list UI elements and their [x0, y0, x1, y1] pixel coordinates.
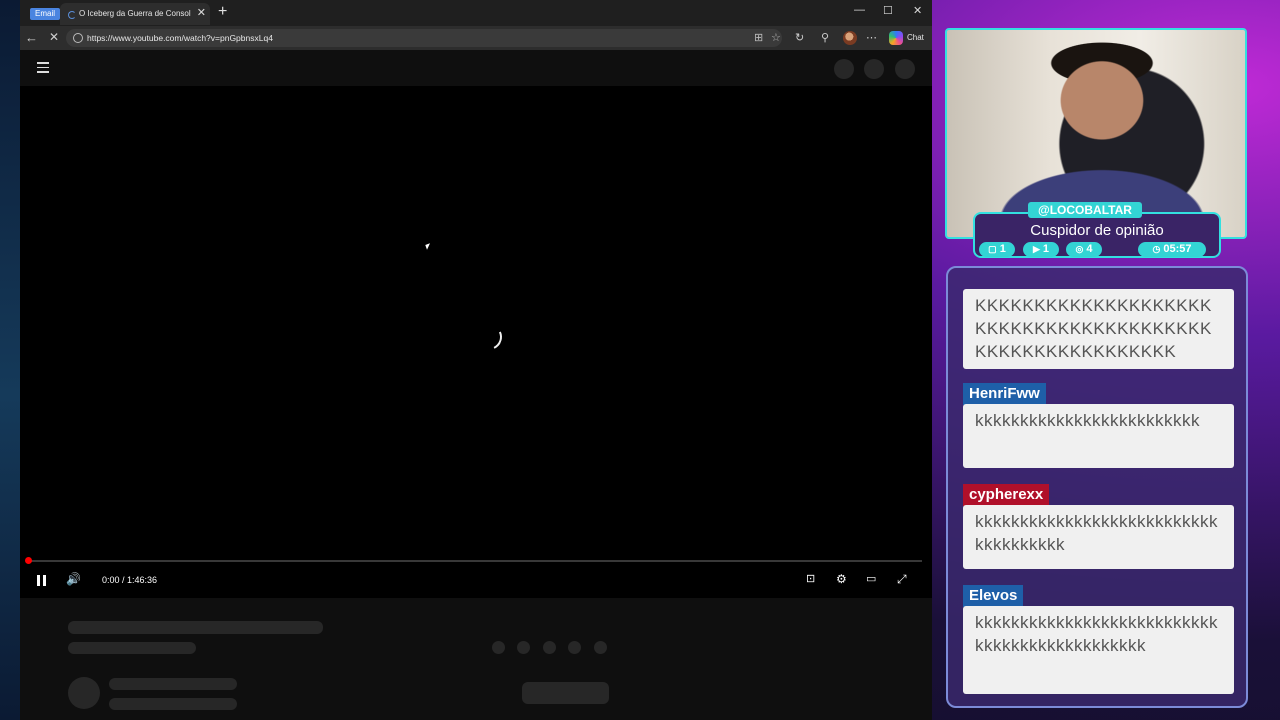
pause-icon[interactable]: [37, 575, 47, 586]
mouse-cursor: [425, 243, 432, 250]
stream-timer: ◷ 05:57: [1138, 242, 1206, 257]
favorite-star-icon[interactable]: ☆: [771, 31, 781, 44]
progress-bar[interactable]: [28, 560, 922, 562]
toolbar: ← ✕ https://www.youtube.com/watch?v=pnGp…: [20, 26, 932, 50]
url-text[interactable]: https://www.youtube.com/watch?v=pnGpbnsx…: [87, 33, 273, 43]
chat-label: Chat: [907, 33, 924, 42]
chat-message-text: kkkkkkkkkkkkkkkkkkkkkkkkk: [963, 404, 1234, 468]
channel-avatar-skeleton: [68, 677, 100, 709]
tab-bar: Email O Iceberg da Guerra de Consoles ✕ …: [20, 0, 932, 26]
chat-username: cypherexx: [963, 484, 1050, 506]
kick-viewers: ◎ 4: [1066, 242, 1102, 257]
minimize-button[interactable]: —: [854, 4, 865, 16]
youtube-icon: ▶: [1032, 244, 1040, 254]
chat-username: Elevos: [963, 585, 1024, 607]
streamer-handle: @LOCOBALTAR: [1028, 202, 1142, 218]
tab-title: O Iceberg da Guerra de Consoles: [79, 9, 191, 18]
maximize-button[interactable]: ☐: [883, 4, 893, 17]
action-skeleton: [568, 641, 581, 654]
twitch-viewers: ▢ 1: [979, 242, 1015, 257]
theater-mode-icon[interactable]: ▭: [866, 572, 876, 585]
action-skeleton: [543, 641, 556, 654]
scrubber-handle[interactable]: [25, 557, 32, 564]
notifications-placeholder-icon[interactable]: [864, 59, 884, 79]
fullscreen-icon[interactable]: ⤢: [897, 572, 907, 587]
refresh-icon[interactable]: ↻: [795, 31, 804, 44]
video-player[interactable]: 🔊 0:00 / 1:46:36 ⊡ ⚙ ▭ ⤢: [20, 86, 932, 598]
hamburger-menu-icon[interactable]: [37, 62, 49, 76]
create-placeholder-icon[interactable]: [834, 59, 854, 79]
close-window-button[interactable]: ✕: [913, 4, 922, 17]
youtube-viewers: ▶ 1: [1023, 242, 1059, 257]
title-skeleton: [68, 621, 323, 634]
time-display: 0:00 / 1:46:36: [102, 575, 158, 585]
copilot-chat-button[interactable]: Chat: [886, 30, 926, 46]
channel-name-skeleton: [109, 678, 237, 690]
clock-icon: ◷: [1152, 244, 1161, 254]
new-tab-button[interactable]: +: [218, 3, 227, 21]
volume-icon[interactable]: 🔊: [66, 572, 81, 586]
address-bar[interactable]: https://www.youtube.com/watch?v=pnGpbnsx…: [66, 29, 782, 47]
tab-youtube[interactable]: O Iceberg da Guerra de Consoles ✕: [60, 3, 210, 25]
close-tab-icon[interactable]: ✕: [197, 6, 206, 19]
account-placeholder-icon[interactable]: [895, 59, 915, 79]
subtitles-icon[interactable]: ⊡: [806, 572, 815, 585]
extensions-icon[interactable]: ⚲: [821, 31, 829, 44]
profile-avatar[interactable]: [843, 31, 857, 45]
site-info-icon[interactable]: [73, 33, 83, 43]
backdrop-left: [0, 0, 22, 720]
copilot-icon: [889, 31, 903, 45]
channel-subs-skeleton: [109, 698, 237, 710]
streamer-tagline: Cuspidor de opinião: [1030, 222, 1164, 239]
stop-loading-button[interactable]: ✕: [49, 30, 59, 44]
action-skeleton: [517, 641, 530, 654]
email-tab-group[interactable]: Email: [30, 8, 61, 20]
youtube-page: 🔊 0:00 / 1:46:36 ⊡ ⚙ ▭ ⤢: [20, 50, 932, 720]
kick-icon: ◎: [1075, 244, 1084, 254]
action-skeleton: [492, 641, 505, 654]
chat-message-text: kkkkkkkkkkkkkkkkkkkkkkkkkkkkkkkkkkkkk: [963, 505, 1234, 569]
loading-icon: [68, 11, 76, 19]
back-button[interactable]: ←: [25, 30, 38, 45]
app-available-icon[interactable]: ⊞: [754, 31, 763, 44]
more-menu-icon[interactable]: ⋯: [866, 31, 877, 44]
chat-message-text: KKKKKKKKKKKKKKKKKKKKKKKKKKKKKKKKKKKKKKKK…: [963, 289, 1234, 369]
chat-message-text: kkkkkkkkkkkkkkkkkkkkkkkkkkkkkkkkkkkkkkkk…: [963, 606, 1234, 694]
settings-gear-icon[interactable]: ⚙: [836, 572, 847, 586]
loading-spinner-icon: [472, 320, 506, 354]
chat-username: HenriFww: [963, 383, 1046, 405]
action-skeleton: [594, 641, 607, 654]
subscribe-skeleton: [522, 682, 609, 704]
twitch-icon: ▢: [988, 244, 997, 254]
subtitle-skeleton: [68, 642, 196, 654]
chat-overlay: KKKKKKKKKKKKKKKKKKKKKKKKKKKKKKKKKKKKKKKK…: [946, 266, 1248, 708]
browser-window: Email O Iceberg da Guerra de Consoles ✕ …: [20, 0, 932, 720]
